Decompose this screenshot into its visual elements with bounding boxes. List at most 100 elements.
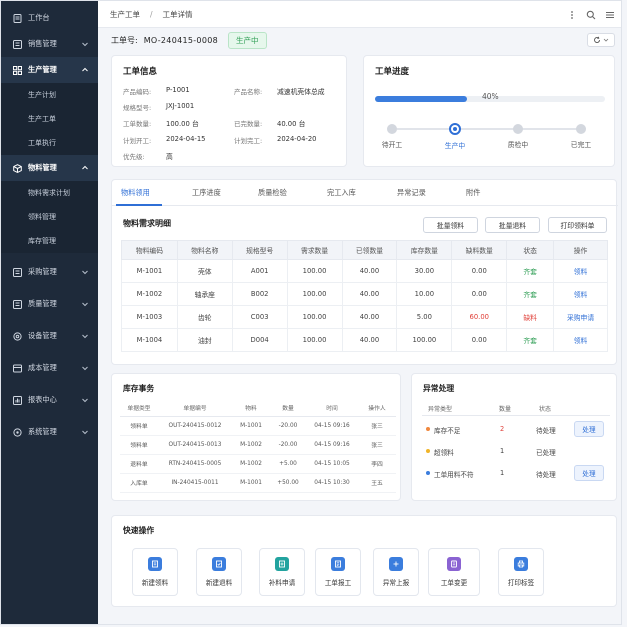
sidebar-subitem-mrp[interactable]: 物料需求计划 [1,181,98,205]
tab-exception-records[interactable]: 异常记录 [397,188,426,198]
change-icon [447,557,461,571]
column-header: 需求数量 [286,240,343,260]
chevron-down-icon [82,42,88,47]
cell: 壳体 [176,259,233,283]
materials-table: 物料编码 物料名称 规格型号 需求数量 已领数量 库存数量 缺料数量 状态 操作… [121,240,608,352]
search-icon[interactable] [585,9,596,20]
card-title: 库存事务 [123,384,155,393]
stock-transactions-card: 库存事务 单据类型 单据编号 物料 数量 时间 操作人 领料单 OUT-2404… [111,373,401,501]
chevron-up-icon [82,165,88,170]
cell: 退料单 [120,454,158,474]
quick-action-report-exception[interactable]: 异常上报 [373,548,419,596]
exception-status: 已处理 [536,449,556,457]
step-label: 已完工 [570,141,592,149]
column-header: 已领数量 [341,240,398,260]
sidebar-item-purchase[interactable]: 采购管理 [1,259,98,285]
sidebar-item-workbench[interactable]: 工作台 [1,5,98,31]
handle-button[interactable]: 处理 [574,465,604,481]
work-order-info-card: 工单信息 产品编码: P-1001 产品名称: 减速机壳体总成 规格型号: JX… [111,55,347,167]
column-header: 单据编号 [158,400,232,417]
sidebar-item-materials[interactable]: 物料管理 [1,155,98,181]
exception-type: 工单用料不符 [434,471,474,479]
cell: 100.00 [286,328,343,352]
more-vertical-icon[interactable] [566,9,577,20]
cell: 0.00 [451,259,508,283]
sidebar-subitem-picking[interactable]: 领料管理 [1,205,98,229]
sidebar-subitem-production-plan[interactable]: 生产计划 [1,83,98,107]
cell: 100.00 [286,282,343,306]
action-link[interactable]: 采购申请 [553,305,608,329]
sidebar-item-system[interactable]: 系统管理 [1,419,98,445]
planned-end: 2024-04-20 [277,135,317,143]
menu-icon[interactable] [604,9,615,20]
sidebar-item-sales[interactable]: 销售管理 [1,31,98,57]
print-icon [514,557,528,571]
cell: 轴承座 [176,282,233,306]
action-link[interactable]: 领料 [553,328,608,352]
cell: B002 [231,282,288,306]
field-label: 规格型号: [123,104,152,112]
sidebar-item-reports[interactable]: 报表中心 [1,387,98,413]
sidebar-item-label: 报表中心 [28,395,57,404]
chevron-down-icon [82,334,88,339]
refresh-button[interactable] [587,33,615,47]
cell: 100.00 [286,259,343,283]
refresh-icon [594,36,600,43]
cell: 5.00 [396,305,453,329]
tab-material-picking[interactable]: 物料领用 [121,188,150,198]
batch-pick-button[interactable]: 批量领料 [423,217,478,233]
cell: 04-15 09:16 [306,416,358,436]
card-title: 异常处理 [423,384,455,393]
breadcrumb-parent[interactable]: 生产工单 [110,9,140,20]
table-row: M-1001 壳体 A001 100.00 40.00 30.00 0.00 齐… [121,259,608,283]
field-label: 已完数量: [234,120,263,128]
cell: OUT-240415-0013 [158,435,232,455]
sidebar-item-label: 成本管理 [28,363,57,372]
cell: 李四 [358,454,396,474]
batch-return-button[interactable]: 批量退料 [485,217,540,233]
column-header: 数量 [499,406,512,413]
status-dot [426,427,430,431]
sidebar-item-equipment[interactable]: 设备管理 [1,323,98,349]
tab-quality-inspection[interactable]: 质量检验 [258,188,287,198]
chevron-down-icon [603,38,609,42]
print-pick-list-button[interactable]: 打印领料单 [548,217,607,233]
sidebar-item-quality[interactable]: 质量管理 [1,291,98,317]
quick-action-label: 工单报工 [324,579,352,587]
sidebar-item-label: 质量管理 [28,299,57,308]
quick-action-new-pick[interactable]: 新建领料 [132,548,178,596]
action-link[interactable]: 领料 [553,282,608,306]
cell: M-1001 [121,259,178,283]
sidebar-subitem-inventory[interactable]: 库存管理 [1,229,98,253]
order-quantity: 100.00 台 [166,120,199,128]
tab-attachments[interactable]: 附件 [466,188,480,198]
sidebar-subitem-execution[interactable]: 工单执行 [1,131,98,155]
action-link[interactable]: 领料 [553,259,608,283]
quick-action-change-order[interactable]: 工单变更 [428,548,480,596]
column-header: 时间 [306,400,358,417]
tab-completion-storage[interactable]: 完工入库 [327,188,356,198]
quick-action-supplement[interactable]: 补料申请 [259,548,305,596]
sidebar-subitem-work-order[interactable]: 生产工单 [1,107,98,131]
handle-button[interactable]: 处理 [574,421,604,437]
column-header: 物料编码 [121,240,178,260]
column-header: 操作人 [358,400,396,417]
quick-action-print-label[interactable]: 打印标签 [498,548,544,596]
cell: 齿轮 [176,305,233,329]
sidebar-item-label: 销售管理 [28,39,57,48]
step-dot [387,124,397,134]
sidebar-item-cost[interactable]: 成本管理 [1,355,98,381]
quick-action-report-work[interactable]: 工单报工 [315,548,361,596]
column-header: 数量 [270,400,306,417]
cart-icon [13,267,22,277]
card-title: 工单信息 [123,67,158,77]
cell: 04-15 10:05 [306,454,358,474]
work-order-progress-card: 工单进度 40% 待开工 生产中 质检中 已完工 [363,55,615,167]
chevron-down-icon [82,398,88,403]
sidebar-item-production[interactable]: 生产管理 [1,57,98,83]
quick-action-new-return[interactable]: 新建退料 [196,548,242,596]
progress-fill [375,96,467,102]
cell: -20.00 [270,435,306,455]
table-row: M-1003 齿轮 C003 100.00 40.00 5.00 60.00 缺… [121,305,608,329]
tab-process-progress[interactable]: 工序进度 [192,188,221,198]
